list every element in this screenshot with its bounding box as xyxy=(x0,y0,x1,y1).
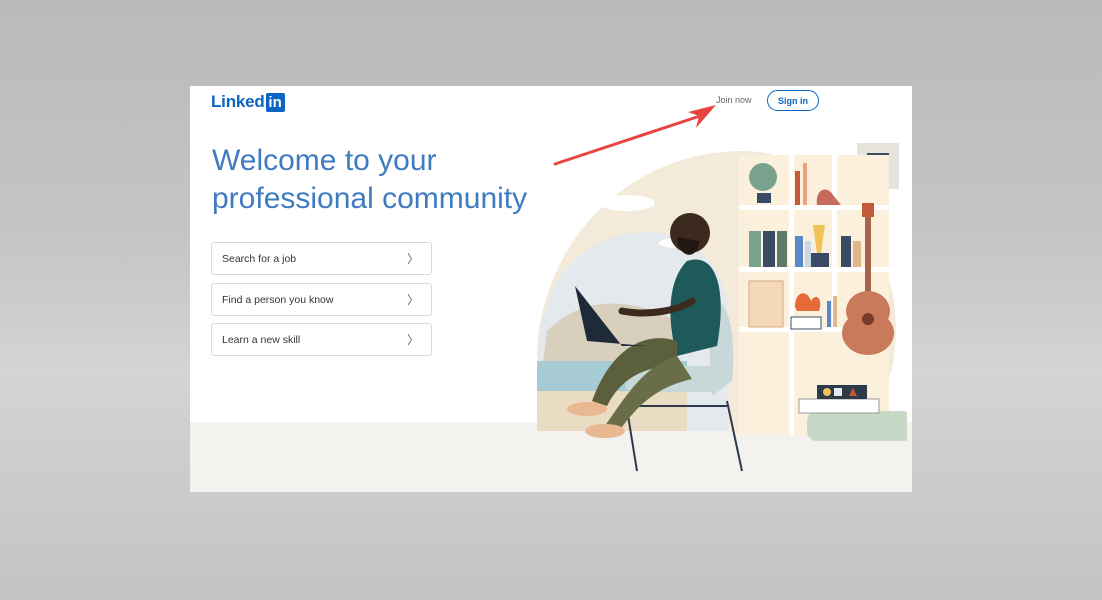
learn-skill-option[interactable]: Learn a new skill 〉 xyxy=(211,323,432,356)
chevron-right-icon: 〉 xyxy=(406,333,419,347)
globe-icon xyxy=(749,163,777,191)
drawers xyxy=(748,280,784,328)
cloud xyxy=(599,195,655,211)
sign-in-button[interactable]: Sign in xyxy=(767,90,819,111)
option-label: Learn a new skill xyxy=(222,333,301,346)
ottoman xyxy=(807,411,907,441)
headline-line-2: professional community xyxy=(212,182,528,215)
shoe xyxy=(567,402,607,416)
page-title: Welcome to your professional community xyxy=(212,142,542,218)
join-now-link[interactable]: Join now xyxy=(716,95,752,105)
find-person-option[interactable]: Find a person you know 〉 xyxy=(211,283,432,316)
browser-page: Linked in Join now Sign in Welcome to yo… xyxy=(190,86,912,492)
hero-illustration xyxy=(537,143,907,472)
linkedin-logo[interactable]: Linked in xyxy=(211,91,285,113)
chevron-right-icon: 〉 xyxy=(406,293,419,307)
logo-text: Linked xyxy=(211,92,265,111)
chevron-right-icon: 〉 xyxy=(406,252,419,266)
option-label: Find a person you know xyxy=(222,293,334,306)
option-label: Search for a job xyxy=(222,252,297,265)
headline-line-1: Welcome to your xyxy=(212,144,437,177)
search-job-option[interactable]: Search for a job 〉 xyxy=(211,242,432,275)
logo-in-box: in xyxy=(265,92,285,112)
